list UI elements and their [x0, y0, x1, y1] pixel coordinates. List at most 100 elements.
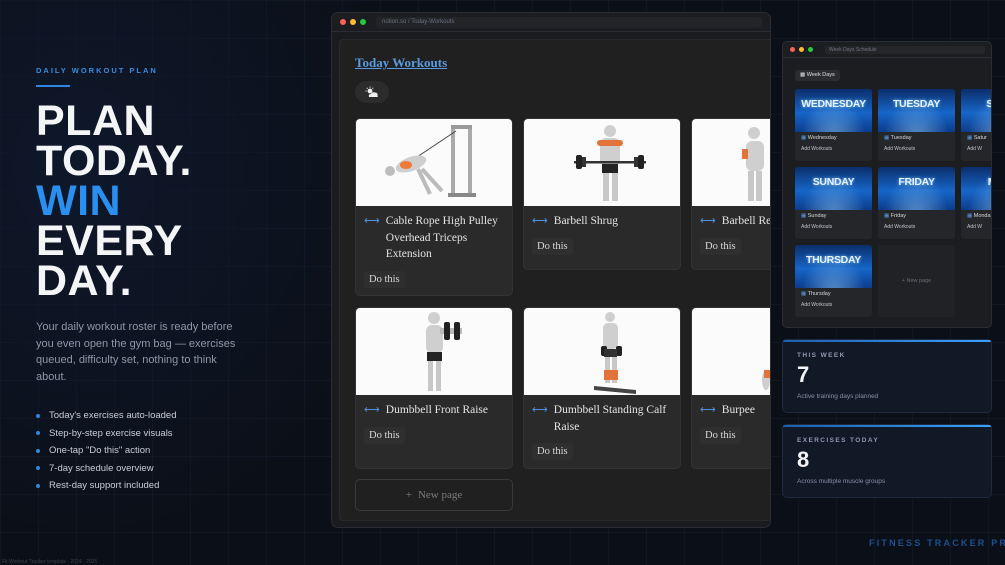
day-card[interactable]: SUNDAY ▦ Sunday Add Workouts: [795, 167, 872, 239]
new-page-button[interactable]: + New page: [355, 479, 513, 511]
exercise-image: [524, 119, 680, 206]
eyebrow-divider: [36, 85, 70, 87]
day-banner-text: SUNDAY: [812, 176, 855, 188]
add-workouts-link[interactable]: Add W: [961, 219, 991, 230]
minimize-window-icon[interactable]: [799, 47, 804, 52]
banner-glow: [795, 89, 872, 132]
address-bar[interactable]: Week Days Schedule: [825, 45, 985, 54]
banner-glow: [795, 245, 872, 288]
today-workouts-window: notion.so / Today-Workouts Today Workout…: [331, 12, 771, 528]
day-banner: SUNDAY: [795, 167, 872, 210]
day-banner-text: WEDNESDAY: [801, 98, 866, 110]
do-this-button[interactable]: Do this: [532, 443, 573, 460]
feature-item: Rest-day support included: [36, 477, 306, 495]
day-card[interactable]: FRIDAY ▦ Friday Add Workouts: [878, 167, 955, 239]
do-this-button[interactable]: Do this: [364, 270, 405, 288]
dumbbell-icon: ⟷: [364, 215, 380, 227]
do-this-button[interactable]: Do this: [532, 237, 573, 255]
banner-glow: [878, 167, 955, 210]
maximize-window-icon[interactable]: [808, 47, 813, 52]
calendar-icon: ▦: [801, 135, 807, 141]
day-name: ▦ Thursday: [801, 291, 831, 297]
stat-accent-bar: [783, 425, 991, 427]
headline-line: PLAN: [36, 97, 156, 145]
day-banner-text: MON: [961, 176, 991, 188]
maximize-window-icon[interactable]: [360, 19, 366, 25]
banner-glow: [961, 167, 991, 210]
feature-item: Today's exercises auto-loaded: [36, 407, 306, 425]
day-card[interactable]: TUESDAY ▦ Tuesday Add Workouts: [878, 89, 955, 161]
week-days-view-tab[interactable]: ▩ Week Days: [795, 70, 840, 81]
calendar-icon: ▦: [801, 213, 807, 219]
address-bar[interactable]: notion.so / Today-Workouts: [376, 16, 762, 28]
feature-item: Step-by-step exercise visuals: [36, 425, 306, 443]
headline-line: DAY.: [36, 257, 133, 305]
dumbbell-icon: ⟷: [532, 215, 548, 227]
exercise-image: [356, 119, 512, 206]
day-card[interactable]: WEDNESDAY ▦ Wednesday Add Workouts: [795, 89, 872, 161]
footer-note: Fit Workout Tracker template · 2024 · 20…: [2, 559, 98, 565]
stat-accent-bar: [783, 340, 991, 342]
page-title[interactable]: Today Workouts: [355, 55, 447, 71]
exercise-card[interactable]: ⟷ Dumbbell Standing Calf Raise Do this: [523, 307, 681, 469]
day-banner: WEDNESDAY: [795, 89, 872, 132]
day-card[interactable]: THURSDAY ▦ Thursday Add Workouts: [795, 245, 872, 317]
exercise-card[interactable]: ⟷ Cable Rope High Pulley Overhead Triceps…: [355, 118, 513, 296]
minimize-window-icon[interactable]: [350, 19, 356, 25]
day-banner: TUESDAY: [878, 89, 955, 132]
day-banner-text: SATU: [961, 98, 991, 110]
headline: PLAN TODAY. WIN EVERY DAY.: [36, 97, 306, 305]
day-name: ▦ Tuesday: [884, 135, 912, 141]
dumbbell-icon: ⟷: [700, 404, 716, 416]
calendar-icon: ▦: [884, 213, 890, 219]
stat-value: 7: [797, 362, 810, 387]
day-name: ▦ Satur: [967, 135, 987, 141]
exercise-name: ⟷ Dumbbell Front Raise: [356, 395, 512, 419]
do-this-button[interactable]: Do this: [700, 237, 741, 255]
add-workouts-link[interactable]: Add Workouts: [795, 141, 872, 152]
exercise-card[interactable]: ⟷ Dumbbell Front Raise Do this: [355, 307, 513, 469]
close-window-icon[interactable]: [340, 19, 346, 25]
dumbbell-icon: ⟷: [364, 404, 380, 416]
day-name: ▦ Sunday: [801, 213, 827, 219]
day-card[interactable]: SATU ▦ Satur Add W: [961, 89, 991, 161]
bullet-dot-icon: [36, 413, 40, 418]
exercise-image: [524, 308, 680, 395]
exercise-card[interactable]: ⟷ Burpee Do this: [691, 307, 770, 469]
sun-cloud-icon[interactable]: [355, 81, 389, 103]
add-workouts-link[interactable]: Add Workouts: [878, 219, 955, 230]
calendar-icon: ▦: [884, 135, 890, 141]
feature-text: Step-by-step exercise visuals: [49, 427, 173, 439]
brand-wordmark: FITNESS TRACKER PRO: [869, 538, 1005, 548]
day-banner: SATU: [961, 89, 991, 132]
day-banner: FRIDAY: [878, 167, 955, 210]
stat-subtitle: Across multiple muscle groups: [797, 478, 886, 485]
feature-text: Rest-day support included: [49, 480, 160, 492]
day-card[interactable]: MON ▦ Monda Add W: [961, 167, 991, 239]
add-workouts-link[interactable]: Add Workouts: [795, 297, 872, 308]
add-workouts-link[interactable]: Add Workouts: [878, 141, 955, 152]
do-this-button[interactable]: Do this: [364, 426, 405, 444]
new-page-button[interactable]: + New page: [878, 245, 955, 317]
headline-line: TODAY.: [36, 137, 192, 185]
exercise-card[interactable]: ⟷Barbell Rear Do this: [691, 118, 770, 270]
feature-text: Today's exercises auto-loaded: [49, 410, 177, 422]
hero-section: DAILY WORKOUT PLAN PLAN TODAY. WIN EVERY…: [36, 66, 306, 511]
day-banner: MON: [961, 167, 991, 210]
bullet-dot-icon: [36, 448, 40, 453]
day-name: ▦ Wednesday: [801, 135, 837, 141]
exercise-image: [692, 119, 770, 206]
add-workouts-link[interactable]: Add Workouts: [795, 219, 872, 230]
add-workouts-link[interactable]: Add W: [961, 141, 991, 152]
exercise-image: [692, 308, 770, 395]
close-window-icon[interactable]: [790, 47, 795, 52]
exercise-name: ⟷Barbell Rear: [692, 206, 770, 230]
day-banner-text: FRIDAY: [898, 176, 935, 188]
exercise-image: [356, 308, 512, 395]
bullet-dot-icon: [36, 483, 40, 488]
do-this-button[interactable]: Do this: [700, 426, 741, 444]
exercise-name: ⟷ Burpee: [692, 395, 770, 419]
stat-subtitle: Active training days planned: [797, 393, 879, 400]
stat-label: EXERCISES TODAY: [797, 437, 880, 444]
exercise-card[interactable]: ⟷ Barbell Shrug Do this: [523, 118, 681, 270]
